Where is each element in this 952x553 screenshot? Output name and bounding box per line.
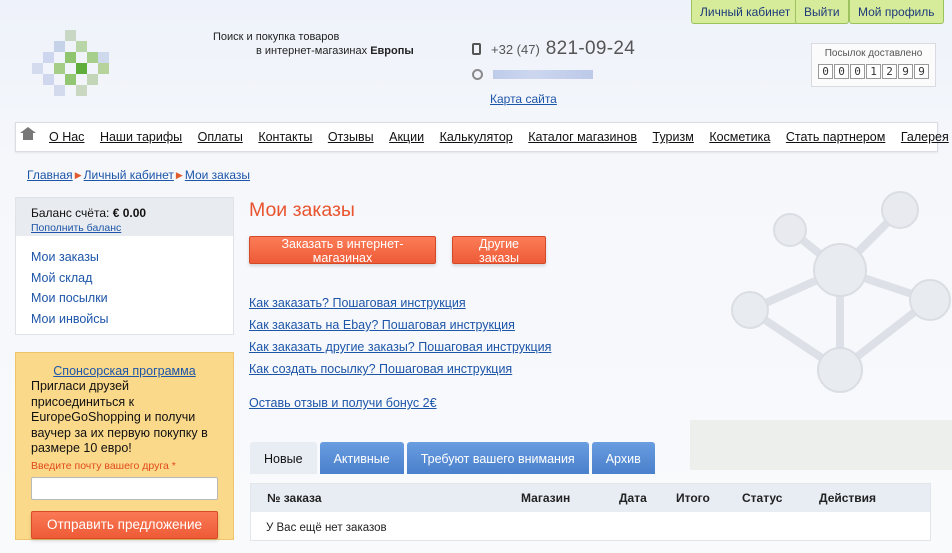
topup-balance-link[interactable]: Пополнить баланс: [31, 222, 218, 234]
my-profile-button[interactable]: Мой профиль: [849, 0, 944, 24]
breadcrumb-orders[interactable]: Мои заказы: [185, 168, 250, 182]
main-navigation: О Нас Наши тарифы Оплаты Контакты Отзывы…: [15, 122, 949, 152]
nav-item-become-partner[interactable]: Стать партнером: [786, 130, 885, 144]
orders-tabs: Новые Активные Требуют вашего внимания А…: [250, 442, 655, 474]
column-status: Статус: [742, 491, 783, 505]
skype-contact: [472, 69, 593, 80]
table-header: № заказа Магазин Дата Итого Статус Дейст…: [251, 484, 930, 512]
guide-link-other-orders[interactable]: Как заказать другие заказы? Пошаговая ин…: [249, 336, 551, 358]
column-total: Итого: [676, 491, 710, 505]
nav-item-gallery[interactable]: Галерея: [901, 130, 949, 144]
counter-digit: 9: [898, 64, 913, 79]
phone-code: +32 (47): [491, 42, 540, 57]
tab-needs-attention[interactable]: Требуют вашего внимания: [406, 442, 589, 474]
counter-digit: 1: [866, 64, 881, 79]
guide-links: Как заказать? Пошаговая инструкция Как з…: [249, 292, 551, 380]
nav-item-tourism[interactable]: Туризм: [653, 130, 694, 144]
tagline-line-1: Поиск и покупка товаров: [213, 31, 340, 43]
nav-item-reviews[interactable]: Отзывы: [328, 130, 374, 144]
sponsor-program-box: Спонсорская программа Пригласи друзей пр…: [15, 352, 234, 540]
sponsor-description: Пригласи друзей присоединиться к EuropeG…: [31, 379, 208, 455]
tab-new[interactable]: Новые: [250, 442, 317, 474]
column-shop: Магазин: [521, 491, 571, 505]
phone-number: 821-09-24: [545, 38, 636, 59]
home-button[interactable]: [20, 126, 36, 143]
column-date: Дата: [619, 491, 647, 505]
sidebar-item-my-orders[interactable]: Мои заказы: [31, 247, 218, 268]
site-tagline: Поиск и покупка товаров в интернет-магаз…: [213, 30, 414, 58]
account-sidebar: Баланс счёта: € 0.00 Пополнить баланс Мо…: [15, 197, 234, 335]
column-actions: Действия: [819, 491, 877, 505]
page-title: Мои заказы: [249, 199, 355, 221]
skype-handle-redacted: [493, 70, 593, 79]
breadcrumb-arrow-icon: ▶: [175, 169, 183, 180]
empty-orders-message: У Вас ещё нет заказов: [266, 522, 387, 534]
logout-button[interactable]: Выйти: [795, 0, 849, 24]
breadcrumb-cabinet[interactable]: Личный кабинет: [84, 168, 174, 182]
nav-item-cosmetics[interactable]: Косметика: [709, 130, 770, 144]
site-logo[interactable]: [32, 30, 122, 96]
balance-value: € 0.00: [112, 206, 147, 220]
counter-digit: 0: [850, 64, 865, 79]
nav-item-tariffs[interactable]: Наши тарифы: [100, 130, 182, 144]
personal-cabinet-button[interactable]: Личный кабинет: [691, 0, 800, 24]
tab-archive[interactable]: Архив: [591, 442, 655, 474]
guide-link-ebay[interactable]: Как заказать на Ebay? Пошаговая инструкц…: [249, 314, 551, 336]
counter-digit: 0: [834, 64, 849, 79]
guide-link-how-to-order[interactable]: Как заказать? Пошаговая инструкция: [249, 292, 551, 314]
nav-item-about[interactable]: О Нас: [49, 130, 84, 144]
column-order-number: № заказа: [267, 491, 322, 505]
home-icon: [20, 126, 36, 143]
friend-email-label: Введите почту вашего друга *: [31, 459, 176, 472]
balance-label: Баланс счёта:: [31, 206, 110, 220]
tagline-europe: Европы: [370, 45, 414, 57]
guide-link-create-parcel[interactable]: Как создать посылку? Пошаговая инструкци…: [249, 358, 551, 380]
sidebar-item-my-parcels[interactable]: Мои посылки: [31, 288, 218, 309]
tab-active[interactable]: Активные: [319, 442, 404, 474]
atomium-background-image: [690, 191, 952, 470]
nav-item-payments[interactable]: Оплаты: [198, 130, 243, 144]
balance-panel: Баланс счёта: € 0.00 Пополнить баланс: [16, 198, 233, 236]
nav-item-shop-catalog[interactable]: Каталог магазинов: [528, 130, 637, 144]
breadcrumb-home[interactable]: Главная: [27, 168, 73, 182]
sitemap-link[interactable]: Карта сайта: [490, 92, 557, 106]
order-in-shops-button[interactable]: Заказать в интернет-магазинах: [249, 236, 436, 265]
phone-contact: +32 (47) 821-09-24: [472, 38, 635, 60]
review-bonus-link[interactable]: Оставь отзыв и получи бонус 2€: [249, 396, 437, 410]
nav-item-contacts[interactable]: Контакты: [258, 130, 312, 144]
account-menu: Мои заказы Мой склад Мои посылки Мои инв…: [16, 236, 233, 329]
counter-digit: 9: [914, 64, 929, 79]
friend-email-input[interactable]: [31, 476, 218, 500]
other-orders-button[interactable]: Другие заказы: [452, 236, 546, 265]
breadcrumb: Главная ▶ Личный кабинет ▶ Мои заказы: [27, 168, 250, 182]
sidebar-item-my-invoices[interactable]: Мои инвойсы: [31, 309, 218, 330]
phone-icon: [472, 43, 481, 55]
parcels-delivered-counter: Посылок доставлено 0 0 0 1 2 9 9: [811, 43, 936, 87]
sidebar-item-my-warehouse[interactable]: Мой склад: [31, 268, 218, 289]
send-offer-button[interactable]: Отправить предложение: [31, 510, 218, 539]
tagline-line-2: в интернет-магазинах: [256, 45, 371, 57]
nav-item-calculator[interactable]: Калькулятор: [440, 130, 513, 144]
sponsor-program-link[interactable]: Спонсорская программа: [53, 364, 195, 378]
counter-digit: 2: [882, 64, 897, 79]
skype-icon: [472, 69, 483, 80]
breadcrumb-arrow-icon: ▶: [74, 169, 82, 180]
nav-item-promotions[interactable]: Акции: [389, 130, 424, 144]
counter-digit: 0: [818, 64, 833, 79]
counter-label: Посылок доставлено: [824, 48, 923, 59]
orders-table: № заказа Магазин Дата Итого Статус Дейст…: [250, 483, 931, 541]
